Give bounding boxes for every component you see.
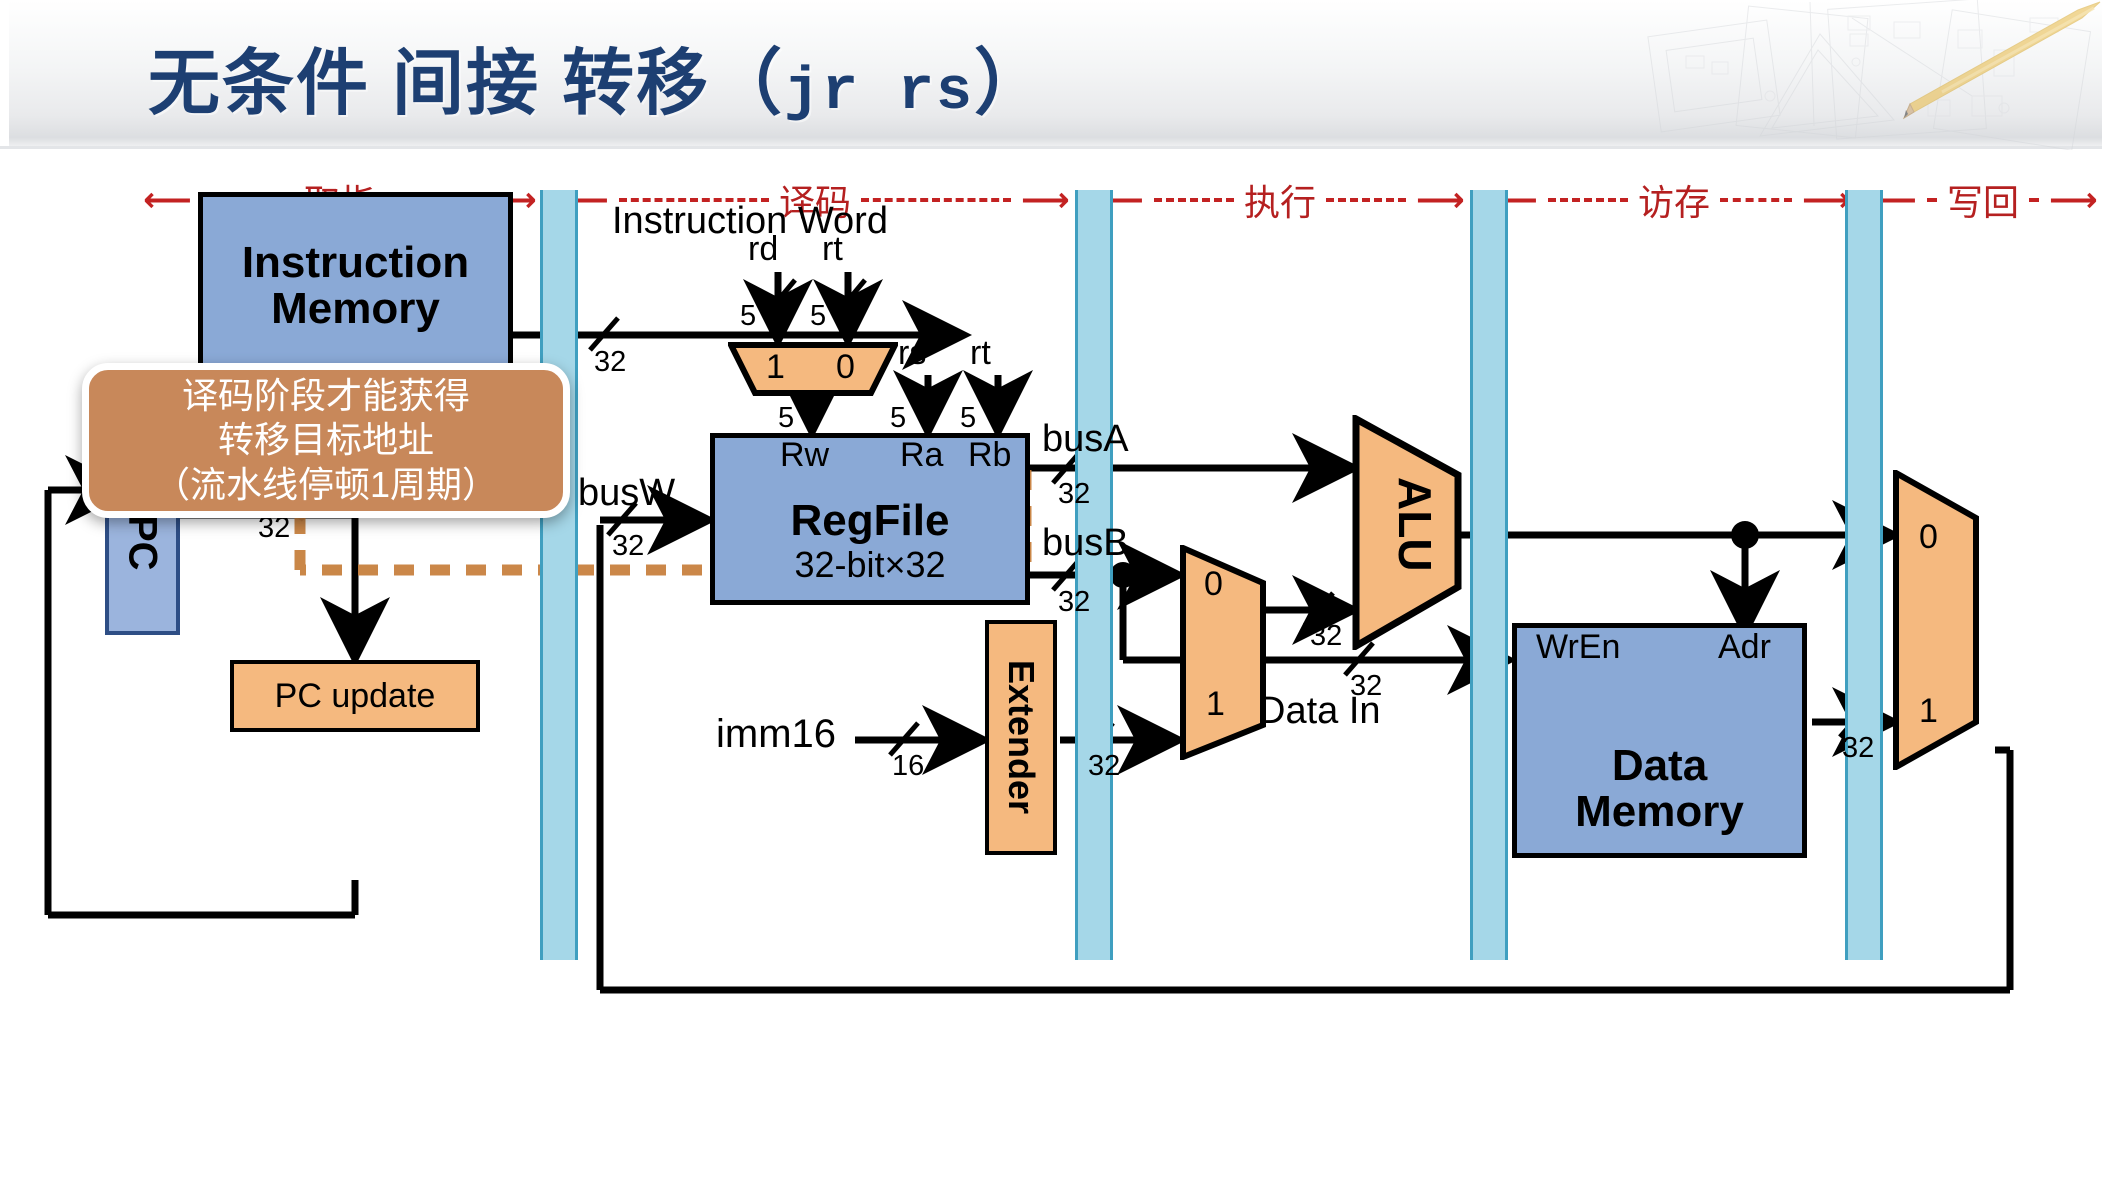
- instruction-memory-block[interactable]: Instruction Memory: [198, 192, 513, 380]
- signal-rt-top-label: rt: [822, 230, 843, 268]
- rw-mux-input-1-label: 1: [766, 348, 785, 386]
- alu-b-mux-input-0-label: 0: [1204, 565, 1223, 603]
- width-5-ra: 5: [890, 402, 907, 434]
- busb-label: busB: [1042, 522, 1129, 564]
- width-16-imm: 16: [892, 750, 925, 782]
- busa-label: busA: [1042, 418, 1129, 460]
- stall-callout-line3: （流水线停顿1周期）: [153, 463, 499, 505]
- pipeline-register-id-ex: [1075, 190, 1113, 960]
- data-memory-line1: Data: [1611, 740, 1708, 790]
- signal-rs-label: rs: [898, 334, 927, 372]
- instruction-memory-line1: Instruction: [241, 237, 470, 287]
- data-memory-line2: Memory: [1575, 786, 1744, 836]
- width-32-alu-b: 32: [1310, 620, 1343, 652]
- writeback-mux-input-0-label: 0: [1919, 518, 1938, 556]
- register-file-title: RegFile: [790, 495, 950, 545]
- regfile-port-rw: Rw: [780, 436, 830, 474]
- blueprint-pencil-watermark: [1642, 0, 2102, 150]
- regfile-port-ra: Ra: [900, 436, 944, 474]
- stall-callout: 译码阶段才能获得 转移目标地址 （流水线停顿1周期）: [82, 363, 570, 518]
- data-in-label: Data In: [1258, 690, 1381, 732]
- regfile-port-rb: Rb: [968, 436, 1012, 474]
- pc-register-label: PC: [120, 514, 165, 571]
- width-5-rt-top: 5: [810, 300, 827, 332]
- rw-source-mux[interactable]: 1 0: [728, 342, 898, 396]
- register-file-subtitle: 32-bit×32: [794, 544, 946, 585]
- pipeline-register-mem-wb: [1845, 190, 1883, 960]
- pipeline-register-ex-mem: [1470, 190, 1508, 960]
- title-left-accent: [0, 0, 9, 148]
- alu-block[interactable]: ALU: [1352, 415, 1462, 650]
- extender-label: Extender: [1001, 660, 1042, 815]
- width-32-busb: 32: [1058, 586, 1091, 618]
- imm16-label: imm16: [716, 712, 837, 756]
- pc-update-label: PC update: [274, 676, 436, 715]
- width-32-busw: 32: [612, 530, 645, 562]
- datapath-diagram: Instruction Memory Address PC PC update …: [0, 150, 2102, 1182]
- data-memory-adr-label: Adr: [1718, 628, 1771, 666]
- width-32-instruction-word: 32: [594, 346, 627, 378]
- slide-root: 无条件 间接 转移（jr rs） ⟵ 取指 ⟶ ⟵ 译码 ⟶ ⟵ 执行 ⟶ ⟵ …: [0, 0, 2102, 1182]
- signal-rt-label: rt: [970, 334, 991, 372]
- page-title-cn: 无条件 间接 转移（: [148, 44, 785, 124]
- signal-rd-label: rd: [748, 230, 779, 268]
- extender-block[interactable]: Extender: [985, 620, 1057, 855]
- width-5-rb: 5: [960, 402, 977, 434]
- page-title-mnemonic: jr rs: [784, 59, 975, 127]
- alu-b-mux-input-1-label: 1: [1206, 685, 1225, 723]
- page-title: 无条件 间接 转移（jr rs）: [148, 24, 1048, 129]
- pc-update-block[interactable]: PC update: [230, 660, 480, 732]
- pipeline-register-if-id: [540, 190, 578, 960]
- stall-callout-line2: 转移目标地址: [217, 419, 434, 461]
- width-5-rd: 5: [740, 300, 757, 332]
- alu-b-mux[interactable]: 0 1: [1180, 545, 1266, 760]
- writeback-mux-input-1-label: 1: [1919, 692, 1938, 730]
- instruction-memory-line2: Memory: [271, 284, 440, 333]
- rw-mux-input-0-label: 0: [836, 348, 855, 386]
- stall-callout-line1: 译码阶段才能获得: [181, 374, 470, 416]
- busw-label: busW: [578, 472, 676, 514]
- width-32-extender-out: 32: [1088, 750, 1121, 782]
- page-title-close: ）: [974, 44, 1049, 124]
- width-5-rw: 5: [778, 402, 795, 434]
- width-32-busa: 32: [1058, 478, 1091, 510]
- writeback-mux[interactable]: 0 1: [1893, 470, 1979, 770]
- alu-label: ALU: [1389, 477, 1441, 572]
- width-32-dmem-out: 32: [1842, 732, 1875, 764]
- data-memory-wren-label: WrEn: [1536, 628, 1621, 666]
